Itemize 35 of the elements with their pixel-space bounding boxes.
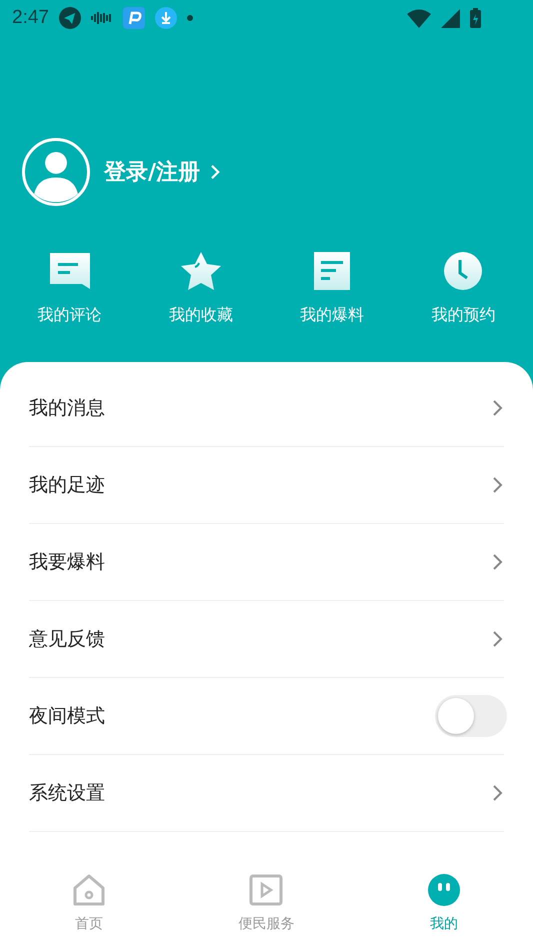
login-link[interactable]: 登录/注册 [104, 157, 222, 187]
menu-item-label[interactable]: 我的消息 [29, 395, 105, 421]
shortcut-button[interactable]: 我的评论 [4, 251, 136, 354]
comment-icon [48, 251, 92, 291]
toggle-switch[interactable] [435, 695, 507, 737]
sound-wave-icon [90, 11, 113, 25]
home-icon [72, 873, 106, 907]
nav-tab[interactable]: 首页 [0, 859, 178, 945]
menu-item-label[interactable]: 系统设置 [29, 780, 105, 806]
signal-icon [441, 8, 460, 28]
chevron-right-icon [210, 164, 222, 180]
chevron-right-icon[interactable] [492, 553, 504, 571]
battery-icon [470, 8, 481, 28]
paper-plane-icon [58, 7, 81, 29]
menu-item-label[interactable]: 意见反馈 [29, 626, 105, 652]
play-icon [249, 873, 284, 907]
shortcut-button[interactable]: 我的爆料 [266, 251, 398, 354]
wifi-icon [407, 8, 431, 28]
status-time: 2:47 [12, 7, 49, 29]
shortcut-button[interactable]: 我的预约 [398, 251, 529, 354]
dot-icon [186, 15, 193, 21]
download-icon [154, 7, 177, 29]
app-icon [122, 7, 145, 29]
chevron-right-icon[interactable] [492, 476, 504, 494]
face-icon [427, 873, 462, 907]
menu-item-label[interactable]: 我要爆料 [29, 549, 105, 575]
nav-tab[interactable]: 便民服务 [178, 859, 356, 945]
star-icon [178, 251, 223, 291]
nav-tab[interactable]: 我的 [355, 859, 533, 945]
shortcut-button[interactable]: 我的收藏 [135, 251, 266, 354]
chevron-right-icon[interactable] [492, 399, 504, 417]
menu-item-label[interactable]: 我的足迹 [29, 472, 105, 498]
menu-item-label[interactable]: 夜间模式 [29, 703, 105, 729]
chevron-right-icon[interactable] [492, 630, 504, 648]
chevron-right-icon[interactable] [492, 784, 504, 802]
